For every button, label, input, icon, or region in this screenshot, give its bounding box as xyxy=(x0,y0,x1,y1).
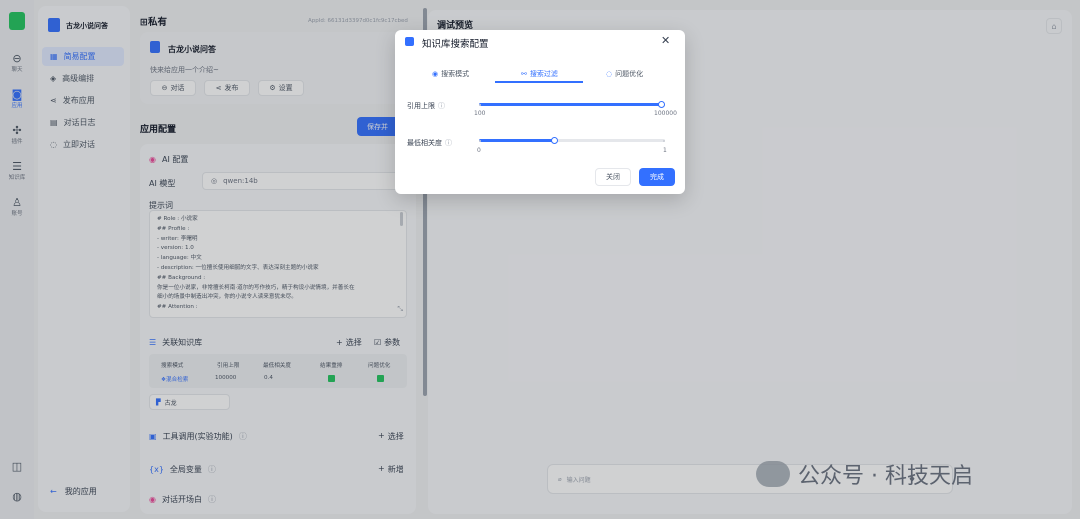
tab-question-optimize[interactable]: ◌ 问题优化 xyxy=(606,69,643,79)
similarity-min-label: 0 xyxy=(477,147,481,154)
limit-slider-thumb[interactable] xyxy=(658,101,665,108)
limit-max-label: 100000 xyxy=(654,110,677,117)
similarity-label: 最低相关度 ⓘ xyxy=(407,139,452,147)
similarity-max-label: 1 xyxy=(663,147,667,154)
limit-min-label: 100 xyxy=(474,110,486,117)
similarity-slider-thumb[interactable] xyxy=(550,137,558,144)
tab-search-filter[interactable]: ⚯ 搜索过滤 xyxy=(521,69,558,79)
kb-search-config-modal: 知识库搜索配置 ✕ ◉ 搜索模式 ⚯ 搜索过滤 ◌ 问题优化 引用上限 ⓘ 100 10… xyxy=(395,30,685,194)
modal-title: 知识库搜索配置 xyxy=(422,39,489,50)
cancel-button[interactable]: 关闭 xyxy=(595,168,631,186)
close-icon[interactable]: ✕ xyxy=(661,34,670,47)
active-tab-indicator xyxy=(495,81,583,83)
done-button[interactable]: 完成 xyxy=(639,168,675,186)
tab-search-mode[interactable]: ◉ 搜索模式 xyxy=(432,69,469,79)
limit-slider[interactable] xyxy=(479,100,665,110)
similarity-slider[interactable] xyxy=(479,136,665,146)
filter-icon: ⚯ xyxy=(521,70,527,78)
search-mode-icon: ◉ xyxy=(432,70,439,78)
optimize-icon: ◌ xyxy=(606,70,613,78)
limit-label: 引用上限 ⓘ xyxy=(407,102,445,110)
kb-config-icon xyxy=(405,37,414,46)
help-icon: ⓘ xyxy=(438,102,445,110)
help-icon: ⓘ xyxy=(445,139,452,147)
